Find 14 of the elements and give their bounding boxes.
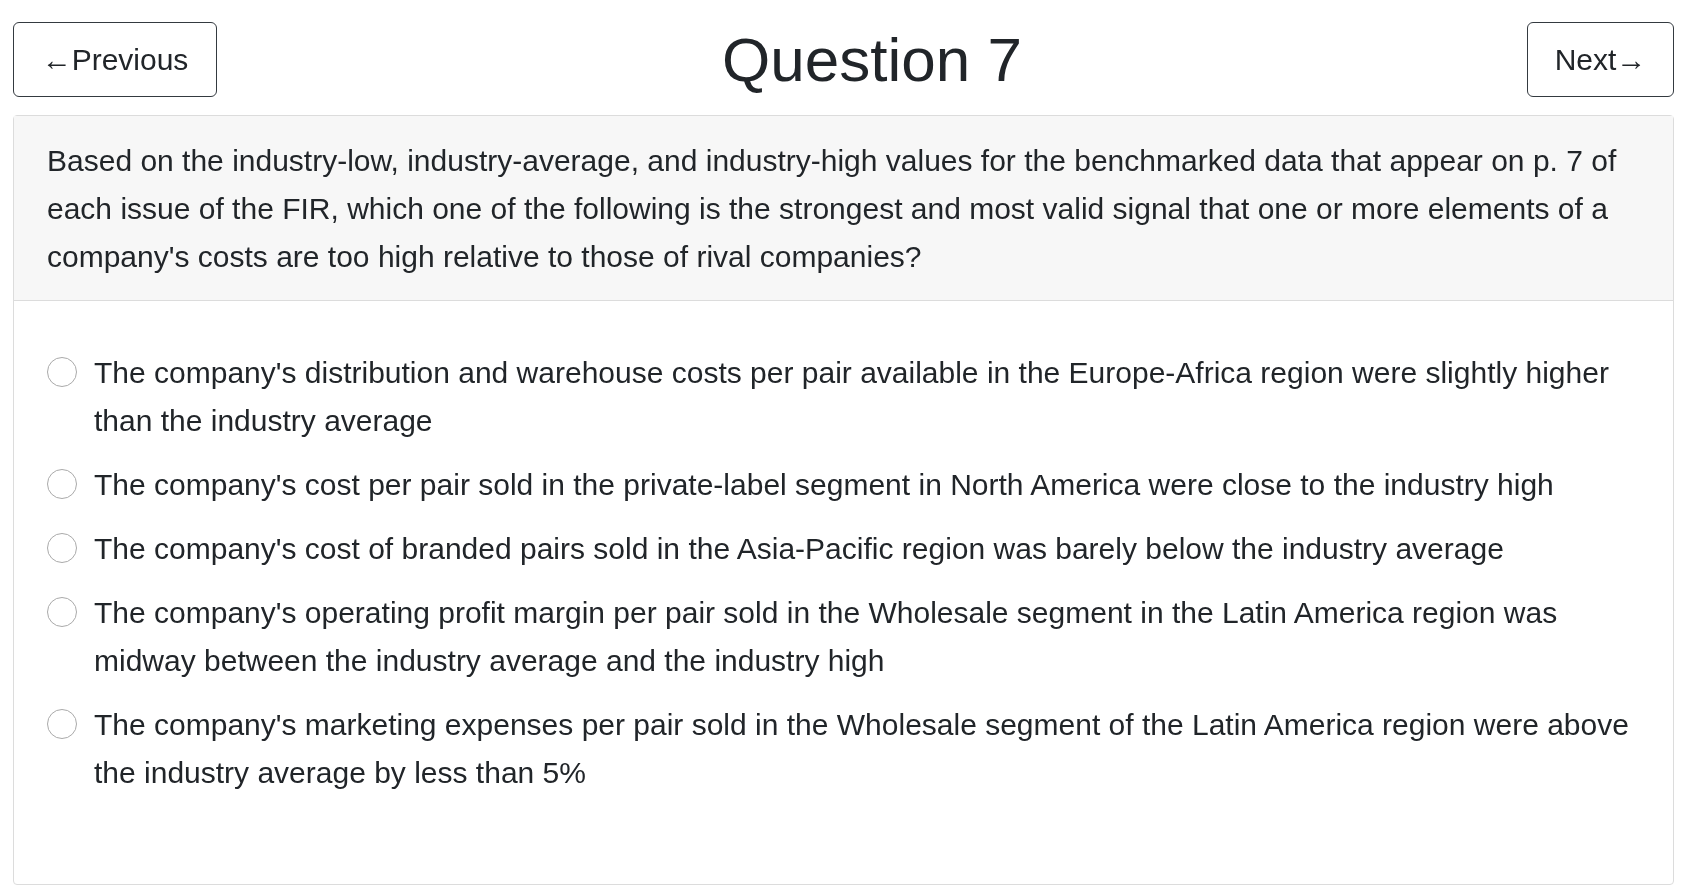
next-button[interactable]: Next→ — [1527, 22, 1674, 97]
answer-option-label[interactable]: The company's operating profit margin per pair sold in the Wholesale segment in the Latin America region was midway between the industry average and the industry high — [94, 589, 1640, 685]
answer-option-label[interactable]: The company's cost of branded pairs sold in the Asia-Pacific region was barely below the industry average — [94, 525, 1504, 573]
answer-option-label[interactable]: The company's cost per pair sold in the private-label segment in North America were close to the industry high — [94, 461, 1554, 509]
radio-button[interactable] — [47, 597, 77, 627]
question-text: Based on the industry-low, industry-average, and industry-high values for the benchmarked data that appear on p. 7 of each issue of the FIR, which one of the following is the strongest and most valid signal that one or more elements of a company's costs are too high relative to those of rival companies? — [14, 116, 1673, 301]
answer-option-label[interactable]: The company's distribution and warehouse costs per pair available in the Europe-Africa region were slightly higher than the industry average — [94, 349, 1640, 445]
radio-button[interactable] — [47, 469, 77, 499]
answer-option-label[interactable]: The company's marketing expenses per pair sold in the Wholesale segment of the Latin America region were above the industry average by less than 5% — [94, 701, 1640, 797]
radio-button[interactable] — [47, 533, 77, 563]
radio-button[interactable] — [47, 357, 77, 387]
question-title: Question 7 — [722, 24, 1022, 95]
previous-button[interactable]: ←Previous — [13, 22, 217, 97]
radio-button[interactable] — [47, 709, 77, 739]
